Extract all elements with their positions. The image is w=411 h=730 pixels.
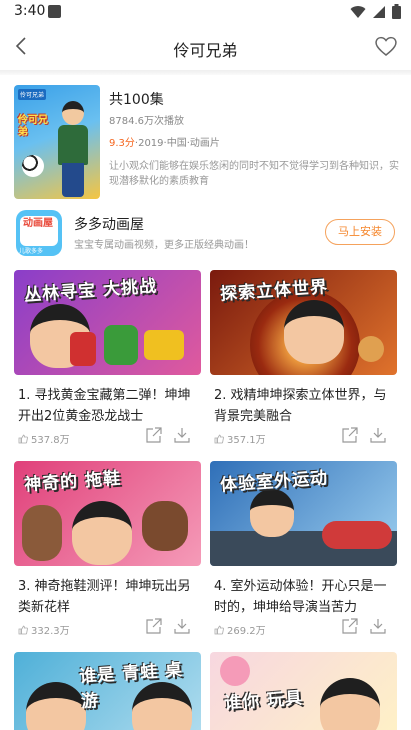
episode-title[interactable]: 4. 室外运动体验！开心只是一时的，坤坤给导演当苦力: [214, 576, 397, 618]
signal-icon: [373, 5, 385, 18]
thumbs-up-icon: [214, 434, 224, 443]
share-icon[interactable]: [145, 426, 163, 444]
page-title: 伶可兄弟: [173, 41, 238, 60]
episode-views: 357.1万: [214, 431, 266, 446]
episode-caption: 神奇的 拖鞋: [23, 468, 122, 496]
show-score: 9.3分: [109, 138, 135, 149]
share-icon[interactable]: [145, 617, 163, 635]
episode-count: 共100集: [109, 92, 164, 108]
poster-title: 伶可兄弟: [18, 115, 48, 138]
download-icon[interactable]: [173, 617, 191, 635]
header-divider: [0, 70, 411, 75]
download-icon[interactable]: [369, 617, 387, 635]
show-meta: 9.3分·2019·中国·动画片: [109, 134, 220, 149]
app-promo[interactable]: 动画屋 儿歌多多 多多动画屋 宝宝专属动画视频，更多正版经典动画！ 马上安装: [14, 208, 399, 260]
top-bar: 伶可兄弟: [0, 24, 411, 70]
poster-ball: [22, 155, 44, 177]
app-logo-sub: 儿歌多多: [19, 248, 44, 255]
thumbs-up-icon: [18, 625, 28, 634]
download-icon[interactable]: [173, 426, 191, 444]
download-icon[interactable]: [369, 426, 387, 444]
episode-view-count: 537.8万: [31, 435, 70, 446]
episode-title[interactable]: 2. 戏精坤坤探索立体世界，与背景完美融合: [214, 385, 397, 427]
app-logo-text: 动画屋: [23, 218, 53, 229]
install-button[interactable]: 马上安装: [325, 219, 395, 245]
status-icons: [350, 4, 401, 19]
episode-title[interactable]: 1. 寻找黄金宝藏第二弹！坤坤开出2位黄金恐龙战士: [18, 385, 201, 427]
app-logo: 动画屋 儿歌多多: [16, 210, 62, 256]
episode-caption: 谁你 玩具: [223, 688, 304, 714]
show-info: 伶可兄弟 伶可兄弟 共100集 8784.6万次播放 9.3分·2019·中国·…: [14, 85, 399, 200]
share-icon[interactable]: [341, 617, 359, 635]
show-poster[interactable]: 伶可兄弟 伶可兄弟: [14, 85, 100, 199]
thumbs-up-icon: [18, 434, 28, 443]
episode-views: 332.3万: [18, 622, 70, 637]
show-year-region-genre: ·2019·中国·动画片: [134, 138, 220, 149]
episode-views: 269.2万: [214, 622, 266, 637]
notification-icon: [48, 5, 61, 18]
poster-character: [56, 101, 90, 197]
episode-view-count: 332.3万: [31, 626, 70, 637]
app-description: 宝宝专属动画视频，更多正版经典动画！: [74, 240, 254, 251]
app-name: 多多动画屋: [74, 217, 144, 233]
episode-thumbnail[interactable]: 谁是 青蛙 桌游: [14, 652, 201, 730]
episode-thumbnail[interactable]: 探索立体世界: [210, 270, 397, 375]
episode-thumbnail[interactable]: 体验室外运动: [210, 461, 397, 566]
episode-views: 537.8万: [18, 431, 70, 446]
status-bar: 3:40: [0, 0, 411, 24]
episode-thumbnail[interactable]: 谁你 玩具: [210, 652, 397, 730]
episode-view-count: 357.1万: [227, 435, 266, 446]
battery-icon: [392, 4, 401, 19]
play-count: 8784.6万次播放: [109, 116, 184, 127]
episode-caption: 丛林寻宝 大挑战: [23, 276, 158, 306]
episode-caption: 谁是 青蛙 桌游: [78, 660, 184, 713]
episode-caption: 体验室外运动: [219, 468, 329, 496]
share-icon[interactable]: [341, 426, 359, 444]
episode-view-count: 269.2万: [227, 626, 266, 637]
favorite-heart-icon[interactable]: [373, 34, 399, 58]
status-time: 3:40: [14, 3, 46, 19]
episode-title[interactable]: 3. 神奇拖鞋测评！坤坤玩出另类新花样: [18, 576, 201, 618]
poster-badge: 伶可兄弟: [18, 89, 47, 100]
wifi-icon: [350, 5, 366, 18]
show-description: 让小观众们能够在娱乐悠闲的同时不知不觉得学习到各种知识，实现潜移默化的素质教育: [109, 161, 399, 187]
thumbs-up-icon: [214, 625, 224, 634]
episode-thumbnail[interactable]: 丛林寻宝 大挑战: [14, 270, 201, 375]
episode-thumbnail[interactable]: 神奇的 拖鞋: [14, 461, 201, 566]
